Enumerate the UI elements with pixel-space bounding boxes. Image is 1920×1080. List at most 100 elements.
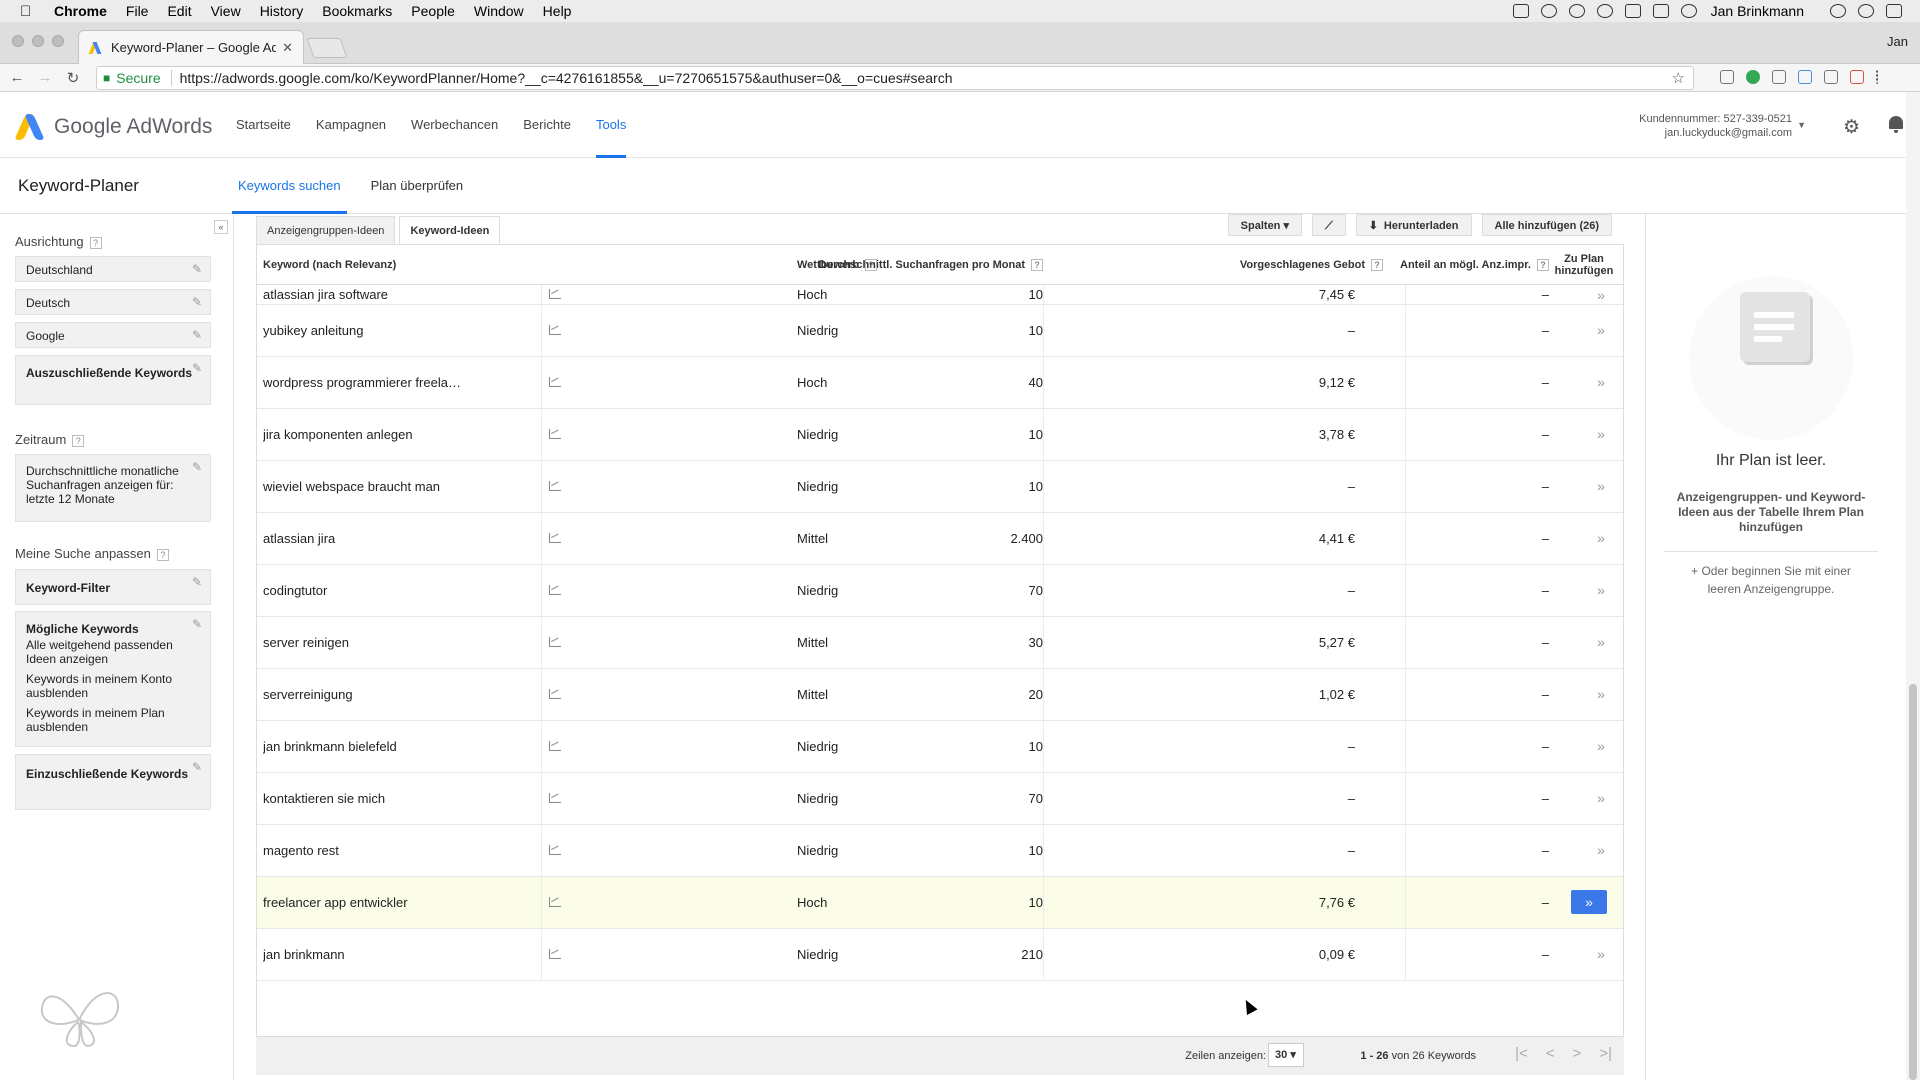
- extension-icon-4[interactable]: [1798, 70, 1812, 84]
- airplay-icon[interactable]: [1652, 4, 1669, 18]
- columns-button[interactable]: Spalten ▾: [1227, 214, 1302, 236]
- trend-chart-icon[interactable]: [549, 377, 561, 387]
- add-to-plan-button[interactable]: »: [1587, 786, 1615, 810]
- help-icon[interactable]: ?: [1031, 259, 1043, 272]
- menu-view[interactable]: View: [211, 3, 241, 19]
- trend-chart-icon[interactable]: [549, 325, 561, 335]
- targeting-network[interactable]: Google ✎: [15, 322, 211, 348]
- start-empty-ad-group-link[interactable]: + Oder beginnen Sie mit einer leeren Anz…: [1674, 562, 1868, 598]
- download-button[interactable]: ⬇ Herunterladen: [1355, 214, 1472, 236]
- edit-pencil-icon[interactable]: ✎: [192, 328, 202, 342]
- close-window-button[interactable]: [12, 35, 24, 47]
- trend-chart-icon[interactable]: [549, 741, 561, 751]
- first-page-icon[interactable]: |<: [1515, 1045, 1528, 1062]
- nav-kampagnen[interactable]: Kampagnen: [316, 92, 386, 158]
- trend-chart-icon[interactable]: [549, 289, 561, 299]
- apple-icon[interactable]: : [20, 3, 38, 20]
- time-machine-icon[interactable]: [1680, 4, 1697, 18]
- header-searches[interactable]: Durchschnittl. Suchanfragen pro Monat?: [527, 259, 1043, 272]
- browser-profile-name[interactable]: Jan: [1887, 34, 1908, 49]
- targeting-language[interactable]: Deutsch ✎: [15, 289, 211, 315]
- trend-chart-icon[interactable]: [549, 897, 561, 907]
- trend-chart-icon[interactable]: [549, 585, 561, 595]
- edit-pencil-icon[interactable]: ✎: [192, 760, 202, 774]
- add-to-plan-button[interactable]: »: [1587, 682, 1615, 706]
- close-tab-icon[interactable]: ✕: [282, 40, 293, 56]
- edit-pencil-icon[interactable]: ✎: [192, 295, 202, 309]
- url-text[interactable]: https://adwords.google.com/ko/KeywordPla…: [180, 70, 953, 86]
- menu-history[interactable]: History: [260, 3, 304, 19]
- nav-werbechancen[interactable]: Werbechancen: [411, 92, 498, 158]
- address-bar[interactable]: ■ Secure https://adwords.google.com/ko/K…: [96, 66, 1694, 90]
- add-to-plan-button[interactable]: »: [1587, 942, 1615, 966]
- add-to-plan-button[interactable]: »: [1587, 283, 1615, 307]
- edit-pencil-icon[interactable]: ✎: [192, 617, 202, 631]
- screen-record-icon[interactable]: [1512, 4, 1529, 18]
- add-to-plan-button[interactable]: »: [1587, 422, 1615, 446]
- add-to-plan-button[interactable]: »: [1587, 526, 1615, 550]
- add-to-plan-button[interactable]: »: [1587, 474, 1615, 498]
- menu-bookmarks[interactable]: Bookmarks: [322, 3, 392, 19]
- forward-arrow-icon[interactable]: →: [34, 69, 56, 86]
- trend-chart-icon[interactable]: [549, 533, 561, 543]
- menu-help[interactable]: Help: [543, 3, 572, 19]
- date-range-box[interactable]: Durchschnittliche monatliche Suchanfrage…: [15, 454, 211, 522]
- minimize-window-button[interactable]: [32, 35, 44, 47]
- password-icon[interactable]: [1596, 4, 1613, 18]
- edit-pencil-icon[interactable]: ✎: [192, 361, 202, 375]
- menu-user-name[interactable]: Jan Brinkmann: [1711, 3, 1804, 19]
- menu-window[interactable]: Window: [474, 3, 524, 19]
- lock-status-icon[interactable]: [1624, 4, 1641, 18]
- extension-icon-5[interactable]: [1824, 70, 1838, 84]
- add-to-plan-button[interactable]: »: [1587, 318, 1615, 342]
- header-suggested-bid[interactable]: Vorgeschlagenes Gebot?: [1057, 259, 1383, 272]
- previous-page-icon[interactable]: <: [1546, 1045, 1555, 1062]
- extension-icon-2[interactable]: [1746, 70, 1760, 84]
- add-to-plan-button[interactable]: »: [1587, 578, 1615, 602]
- zoom-window-button[interactable]: [52, 35, 64, 47]
- notification-bell-icon[interactable]: [1888, 115, 1904, 133]
- tab-plan-ueberpruefen[interactable]: Plan überprüfen: [371, 158, 464, 214]
- extension-icon-1[interactable]: [1720, 70, 1734, 84]
- sync-icon[interactable]: [1540, 4, 1557, 18]
- help-icon[interactable]: ?: [1537, 259, 1549, 272]
- trend-chart-icon[interactable]: [549, 637, 561, 647]
- edit-pencil-icon[interactable]: ✎: [192, 460, 202, 474]
- collapse-sidebar-icon[interactable]: «: [214, 220, 228, 234]
- tab-ad-group-ideas[interactable]: Anzeigengruppen-Ideen: [256, 216, 396, 244]
- spotlight-search-icon[interactable]: [1830, 4, 1846, 18]
- trend-chart-icon[interactable]: [549, 429, 561, 439]
- add-to-plan-button[interactable]: »: [1587, 838, 1615, 862]
- add-all-button[interactable]: Alle hinzufügen (26): [1481, 214, 1612, 236]
- trend-chart-icon[interactable]: [549, 689, 561, 699]
- help-icon[interactable]: ?: [156, 548, 169, 561]
- negative-keywords-box[interactable]: Auszuschließende Keywords ✎: [15, 355, 211, 405]
- chrome-menu-icon[interactable]: [1876, 70, 1880, 84]
- gear-icon[interactable]: ⚙: [1843, 116, 1860, 139]
- targeting-location[interactable]: Deutschland ✎: [15, 256, 211, 282]
- help-icon[interactable]: ?: [72, 434, 85, 447]
- chart-toggle-button[interactable]: ⟋: [1312, 214, 1346, 236]
- menu-edit[interactable]: Edit: [167, 3, 191, 19]
- edit-pencil-icon[interactable]: ✎: [192, 262, 202, 276]
- add-to-plan-button[interactable]: »: [1587, 734, 1615, 758]
- menu-file[interactable]: File: [126, 3, 149, 19]
- menu-app-name[interactable]: Chrome: [54, 3, 107, 19]
- page-scrollbar[interactable]: [1906, 92, 1920, 1080]
- extension-icon-6[interactable]: [1850, 70, 1864, 84]
- siri-icon[interactable]: [1858, 4, 1874, 18]
- tab-keyword-ideas[interactable]: Keyword-Ideen: [399, 216, 501, 244]
- trend-chart-icon[interactable]: [549, 949, 561, 959]
- header-competition[interactable]: Wettbewerb?: [797, 259, 878, 272]
- rows-per-page-select[interactable]: 30 ▾: [1268, 1043, 1304, 1067]
- account-dropdown-icon[interactable]: ▼: [1797, 120, 1806, 130]
- trend-chart-icon[interactable]: [549, 845, 561, 855]
- trend-chart-icon[interactable]: [549, 481, 561, 491]
- menu-people[interactable]: People: [411, 3, 455, 19]
- nav-startseite[interactable]: Startseite: [236, 92, 291, 158]
- adwords-logo[interactable]: Google AdWords: [16, 114, 212, 140]
- help-icon[interactable]: ?: [89, 236, 102, 249]
- scrollbar-thumb[interactable]: [1909, 684, 1917, 1080]
- header-keyword[interactable]: Keyword (nach Relevanz): [263, 259, 396, 271]
- nav-berichte[interactable]: Berichte: [523, 92, 571, 158]
